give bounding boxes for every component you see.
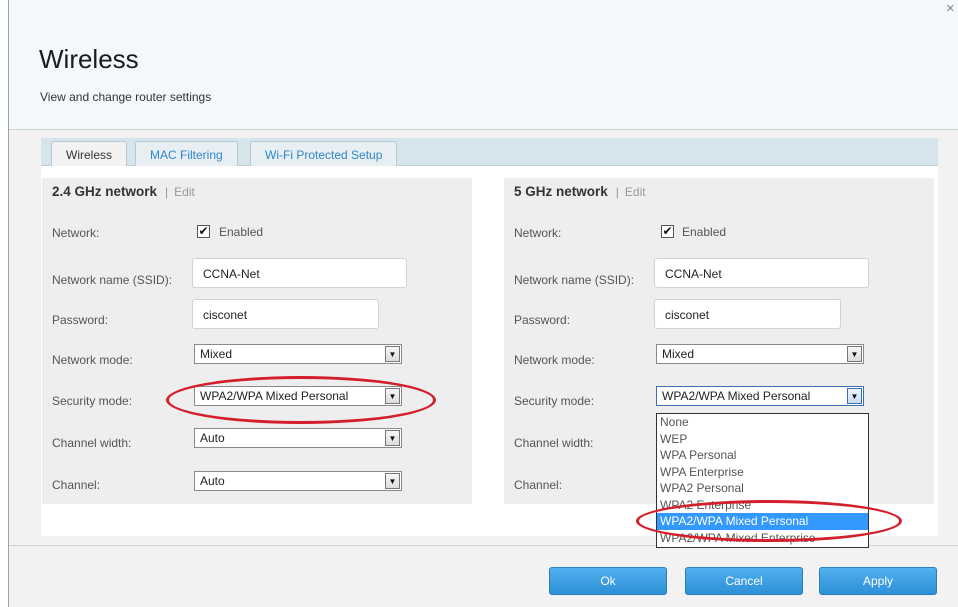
ssid-input-5ghz[interactable]: CCNA-Net bbox=[654, 258, 869, 288]
network-label: Network: bbox=[52, 226, 100, 240]
tab-bar: Wireless MAC Filtering Wi-Fi Protected S… bbox=[41, 138, 938, 167]
password-label: Password: bbox=[514, 313, 571, 327]
select-value: Auto bbox=[200, 474, 225, 488]
network-mode-label: Network mode: bbox=[52, 353, 133, 367]
channel-width-label: Channel width: bbox=[52, 436, 132, 450]
page-title: Wireless bbox=[39, 44, 139, 74]
network-mode-select-5ghz[interactable]: Mixed ▼ bbox=[656, 344, 864, 364]
password-input-24ghz[interactable]: cisconet bbox=[192, 299, 379, 329]
enabled-label: Enabled bbox=[219, 225, 264, 239]
dropdown-option-wep[interactable]: WEP bbox=[657, 431, 868, 448]
ok-button[interactable]: Ok bbox=[549, 567, 667, 595]
chevron-down-icon[interactable]: ▼ bbox=[847, 346, 862, 362]
cancel-button[interactable]: Cancel bbox=[685, 567, 803, 595]
wireless-dialog: ✕ Wireless View and change router settin… bbox=[8, 0, 958, 607]
select-value: Mixed bbox=[200, 347, 233, 361]
security-mode-label: Security mode: bbox=[514, 394, 595, 408]
security-mode-label: Security mode: bbox=[52, 394, 133, 408]
channel-label: Channel: bbox=[514, 478, 563, 492]
dialog-header: ✕ Wireless View and change router settin… bbox=[9, 0, 958, 130]
password-input-5ghz[interactable]: cisconet bbox=[654, 299, 841, 329]
dialog-footer: Ok Cancel Apply bbox=[9, 545, 958, 607]
tab-mac-filtering[interactable]: MAC Filtering bbox=[135, 141, 238, 166]
divider: | bbox=[615, 185, 619, 199]
network-mode-select-24ghz[interactable]: Mixed ▼ bbox=[194, 344, 402, 364]
network-enabled-checkbox[interactable]: ✔ bbox=[197, 225, 210, 238]
chevron-down-icon[interactable]: ▼ bbox=[847, 388, 862, 404]
panel-heading: 5 GHz network bbox=[514, 184, 608, 199]
select-value: WPA2/WPA Mixed Personal bbox=[662, 389, 811, 403]
select-value: Mixed bbox=[662, 347, 695, 361]
channel-width-label: Channel width: bbox=[514, 436, 594, 450]
dropdown-option-wpa-personal[interactable]: WPA Personal bbox=[657, 447, 868, 464]
dropdown-option-wpa-enterprise[interactable]: WPA Enterprise bbox=[657, 464, 868, 481]
dropdown-option-none[interactable]: None bbox=[657, 414, 868, 431]
enabled-label: Enabled bbox=[682, 225, 727, 239]
divider: | bbox=[165, 185, 169, 199]
ssid-label: Network name (SSID): bbox=[52, 273, 173, 287]
annotation-ellipse-dropdown bbox=[636, 500, 902, 542]
chevron-down-icon[interactable]: ▼ bbox=[385, 473, 400, 489]
network-enabled-checkbox[interactable]: ✔ bbox=[661, 225, 674, 238]
network-label: Network: bbox=[514, 226, 562, 240]
close-icon[interactable]: ✕ bbox=[946, 2, 955, 15]
network-mode-label: Network mode: bbox=[514, 353, 595, 367]
security-mode-select-5ghz[interactable]: WPA2/WPA Mixed Personal ▼ bbox=[656, 386, 864, 406]
select-value: Auto bbox=[200, 431, 225, 445]
password-label: Password: bbox=[52, 313, 109, 327]
panel-title-24ghz: 2.4 GHz network | Edit bbox=[52, 184, 195, 199]
edit-link-5ghz[interactable]: Edit bbox=[625, 185, 646, 199]
ssid-input-24ghz[interactable]: CCNA-Net bbox=[192, 258, 407, 288]
apply-button[interactable]: Apply bbox=[819, 567, 937, 595]
annotation-ellipse-24ghz bbox=[166, 376, 436, 424]
chevron-down-icon[interactable]: ▼ bbox=[385, 346, 400, 362]
chevron-down-icon[interactable]: ▼ bbox=[385, 430, 400, 446]
panel-heading: 2.4 GHz network bbox=[52, 184, 158, 199]
channel-label: Channel: bbox=[52, 478, 101, 492]
edit-link-24ghz[interactable]: Edit bbox=[174, 185, 195, 199]
tab-wireless[interactable]: Wireless bbox=[51, 141, 128, 167]
tab-wifi-protected-setup[interactable]: Wi-Fi Protected Setup bbox=[250, 141, 398, 166]
channel-select-24ghz[interactable]: Auto ▼ bbox=[194, 471, 402, 491]
page-subtitle: View and change router settings bbox=[40, 90, 212, 104]
dropdown-option-wpa2-personal[interactable]: WPA2 Personal bbox=[657, 480, 868, 497]
channel-width-select-24ghz[interactable]: Auto ▼ bbox=[194, 428, 402, 448]
panel-24ghz: 2.4 GHz network | Edit Network: ✔ Enabled … bbox=[42, 178, 472, 504]
panel-title-5ghz: 5 GHz network | Edit bbox=[514, 184, 646, 199]
ssid-label: Network name (SSID): bbox=[514, 273, 635, 287]
